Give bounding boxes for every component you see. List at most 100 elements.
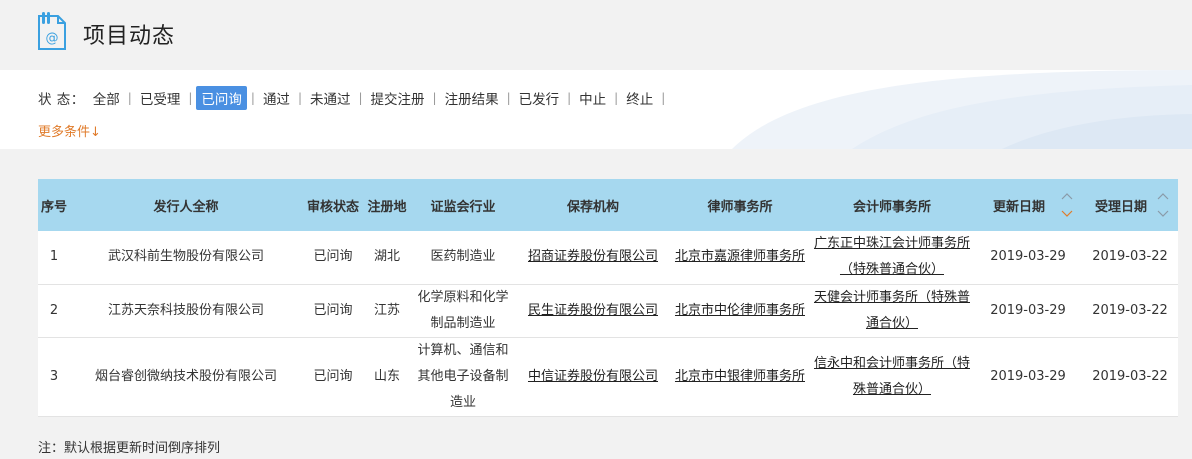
divider: | — [250, 91, 255, 105]
page-header: @ 项目动态 — [0, 0, 1192, 70]
row-number: 1 — [49, 249, 59, 265]
column-header-label: 律师事务所 — [707, 199, 773, 215]
column-header[interactable]: 更新日期 — [974, 179, 1082, 231]
sponsor-link[interactable]: 中信证券股份有限公司 — [528, 369, 658, 384]
law-firm-link[interactable]: 北京市嘉源律师事务所 — [675, 249, 805, 264]
cell-industry: 计算机、通信和其他电子设备制造业 — [410, 337, 516, 417]
cell-issuer-name: 江苏天奈科技股份有限公司 — [70, 284, 302, 338]
industry: 化学原料和化学制品制造业 — [417, 289, 509, 331]
cell-registration-place: 湖北 — [364, 231, 410, 285]
status-filter-label[interactable]: 已问询 — [196, 86, 247, 110]
sort-icon[interactable] — [1156, 189, 1170, 221]
svg-text:@: @ — [46, 31, 59, 46]
column-header-label: 审核状态 — [306, 199, 359, 215]
divider: | — [661, 91, 666, 105]
issuer-name: 江苏天奈科技股份有限公司 — [107, 302, 264, 318]
status-filter-label[interactable]: 未通过 — [306, 86, 355, 110]
review-status: 已问询 — [313, 249, 353, 265]
cell-accounting-firm-link: 天健会计师事务所（特殊普通合伙） — [810, 284, 974, 338]
review-status: 已问询 — [313, 368, 353, 384]
cell-sponsor-link: 中信证券股份有限公司 — [516, 337, 670, 417]
status-filter-item[interactable]: 全部 | — [89, 86, 136, 110]
cell-law-firm-link: 北京市中银律师事务所 — [670, 337, 810, 417]
cell-accounting-firm-link: 广东正中珠江会计师事务所（特殊普通合伙） — [810, 231, 974, 285]
sort-icon[interactable] — [1060, 189, 1074, 221]
issuer-name: 烟台睿创微纳技术股份有限公司 — [94, 368, 277, 384]
cell-updated-date: 2019-03-29 — [974, 337, 1082, 417]
column-header-label: 序号 — [40, 199, 67, 215]
status-filter-item[interactable]: 注册结果 | — [441, 86, 515, 110]
status-filter-label[interactable]: 终止 — [622, 86, 657, 110]
table-row: 2 江苏天奈科技股份有限公司 已问询 江苏 化学原料和化学制品制造业 民生证券股份有限公司… — [38, 284, 1178, 338]
updated-date: 2019-03-29 — [990, 302, 1066, 318]
status-filter-item[interactable]: 中止 | — [575, 86, 622, 110]
status-filter-item[interactable]: 终止 | — [622, 86, 669, 110]
sponsor-link[interactable]: 民生证券股份有限公司 — [528, 303, 658, 318]
updated-date: 2019-03-29 — [990, 249, 1066, 265]
cell-accepted-date: 2019-03-22 — [1082, 231, 1178, 285]
status-filter-label[interactable]: 已发行 — [515, 86, 564, 110]
cell-issuer-name: 武汉科前生物股份有限公司 — [70, 231, 302, 285]
cell-review-status: 已问询 — [302, 337, 364, 417]
column-header: 注册地 — [364, 179, 410, 231]
accounting-firm-link[interactable]: 信永中和会计师事务所（特殊普通合伙） — [814, 356, 970, 397]
sponsor-link[interactable]: 招商证券股份有限公司 — [528, 249, 658, 264]
document-at-icon: @ — [38, 12, 66, 50]
status-filter-label[interactable]: 通过 — [259, 86, 294, 110]
law-firm-link[interactable]: 北京市中伦律师事务所 — [675, 303, 805, 318]
divider: | — [506, 91, 511, 105]
cell-law-firm-link: 北京市嘉源律师事务所 — [670, 231, 810, 285]
column-header-label: 注册地 — [367, 199, 407, 215]
cell-issuer-name: 烟台睿创微纳技术股份有限公司 — [70, 337, 302, 417]
status-filter-item[interactable]: 已发行 | — [515, 86, 576, 110]
divider: | — [127, 91, 132, 105]
column-header-label: 更新日期 — [992, 199, 1045, 215]
status-filter-item[interactable]: 通过 | — [259, 86, 306, 110]
more-conditions-link[interactable]: 更多条件↓ — [38, 121, 101, 140]
status-filter-label[interactable]: 中止 — [575, 86, 610, 110]
column-header: 会计师事务所 — [810, 179, 974, 231]
project-table: 序号 发行人全称 审核状态 注册地 证监会行业 保荐机构 律师事务所 会计师事务所 更新日期 受理… — [38, 179, 1178, 417]
cell-accepted-date: 2019-03-22 — [1082, 337, 1178, 417]
status-filter-item[interactable]: 提交注册 | — [367, 86, 441, 110]
column-header-label: 证监会行业 — [430, 199, 496, 215]
accepted-date: 2019-03-22 — [1092, 368, 1168, 384]
divider: | — [188, 91, 193, 105]
status-filter-item[interactable]: 已问询 | — [196, 86, 259, 110]
industry: 计算机、通信和其他电子设备制造业 — [417, 342, 509, 410]
divider: | — [297, 91, 302, 105]
column-header: 序号 — [38, 179, 70, 231]
status-filter-item[interactable]: 未通过 | — [306, 86, 367, 110]
cell-review-status: 已问询 — [302, 284, 364, 338]
column-header: 发行人全称 — [70, 179, 302, 231]
page-title: 项目动态 — [83, 24, 176, 49]
status-filter-label[interactable]: 注册结果 — [441, 86, 503, 110]
cell-updated-date: 2019-03-29 — [974, 284, 1082, 338]
column-header[interactable]: 受理日期 — [1082, 179, 1178, 231]
background-decoration — [732, 70, 1192, 149]
accounting-firm-link[interactable]: 广东正中珠江会计师事务所（特殊普通合伙） — [814, 236, 970, 277]
accepted-date: 2019-03-22 — [1092, 302, 1168, 318]
status-filter-label[interactable]: 提交注册 — [367, 86, 429, 110]
status-filter-label[interactable]: 已受理 — [136, 86, 185, 110]
status-filter-label[interactable]: 全部 — [89, 86, 124, 110]
registration-place: 江苏 — [373, 302, 400, 318]
issuer-name: 武汉科前生物股份有限公司 — [107, 249, 264, 265]
cell-industry: 医药制造业 — [410, 231, 516, 285]
column-header-label: 会计师事务所 — [852, 199, 931, 215]
industry: 医药制造业 — [430, 249, 496, 265]
status-filter-item[interactable]: 已受理 | — [136, 86, 197, 110]
cell-law-firm-link: 北京市中伦律师事务所 — [670, 284, 810, 338]
law-firm-link[interactable]: 北京市中银律师事务所 — [675, 369, 805, 384]
sort-note: 注：默认根据更新时间倒序排列 — [38, 441, 221, 456]
cell-row-number: 1 — [38, 231, 70, 285]
column-header-label: 受理日期 — [1094, 199, 1147, 215]
column-header: 保荐机构 — [516, 179, 670, 231]
registration-place: 山东 — [373, 368, 400, 384]
divider: | — [567, 91, 572, 105]
accounting-firm-link[interactable]: 天健会计师事务所（特殊普通合伙） — [814, 290, 970, 331]
divider: | — [358, 91, 363, 105]
column-header-label: 发行人全称 — [153, 199, 219, 215]
cell-row-number: 2 — [38, 284, 70, 338]
status-filter-row: 状 态： 全部 | 已受理 | 已问询 | 通过 | 未通过 | 提交注册 | 注册结果 | 已发行 | 中止 |… — [38, 86, 669, 110]
